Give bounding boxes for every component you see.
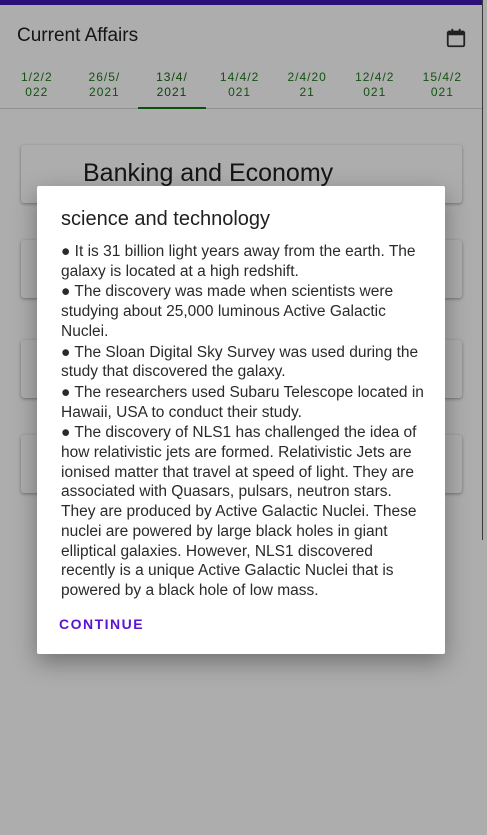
bullet-point: ● The researchers used Subaru Telescope … [61,383,424,421]
dialog-body: ● It is 31 billion light years away from… [61,242,425,602]
bullet-point: ● The discovery was made when scientists… [61,283,394,340]
dialog-title: science and technology [61,208,271,230]
continue-button[interactable]: CONTINUE [59,616,144,632]
bullet-point: ● The discovery of NLS1 has challenged t… [61,424,417,599]
bullet-point: ● It is 31 billion light years away from… [61,243,416,280]
article-dialog: science and technology ● It is 31 billio… [37,186,445,654]
bullet-point: ● The Sloan Digital Sky Survey was used … [61,343,419,381]
